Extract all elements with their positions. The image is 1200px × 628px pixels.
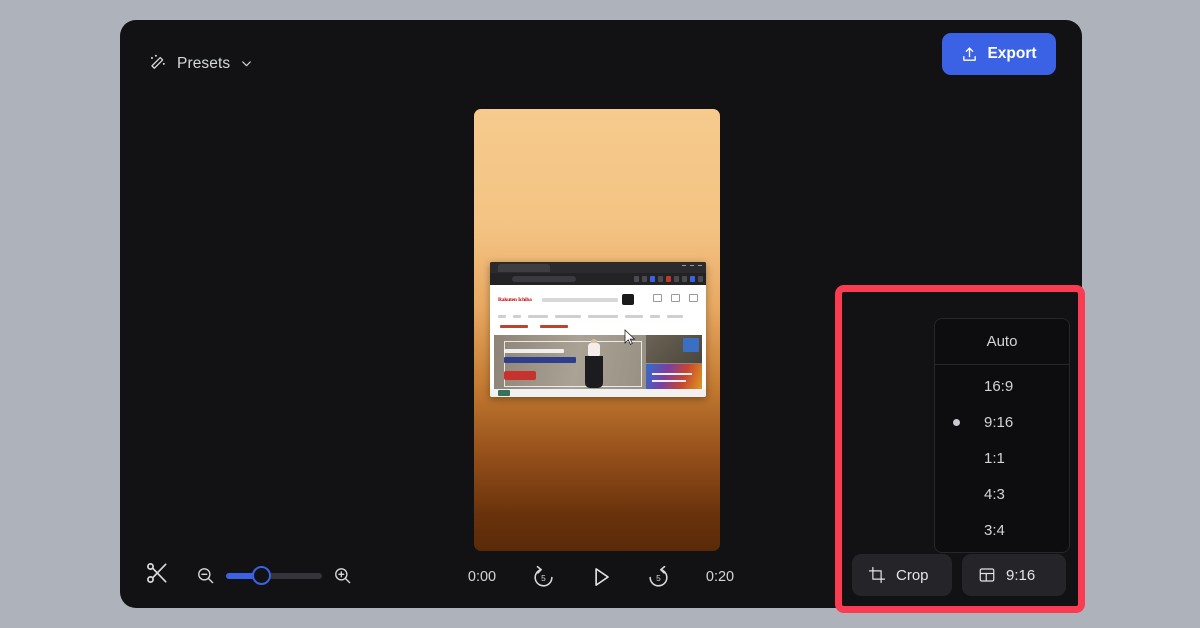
crop-icon [868, 566, 886, 584]
top-toolbar: Presets Export [120, 20, 1082, 98]
aspect-ratio-highlight-box: Auto 16:9 9:16 1:1 4:3 3:4 Crop 9:16 [835, 285, 1085, 613]
option-label: 1:1 [984, 449, 1005, 467]
chevron-down-icon [240, 57, 253, 70]
dropdown-item-4-3[interactable]: 4:3 [935, 476, 1069, 512]
dropdown-item-9-16[interactable]: 9:16 [935, 404, 1069, 440]
video-preview[interactable]: Rakuten Ichiba [474, 109, 720, 551]
webpage-content: Rakuten Ichiba [490, 285, 706, 397]
play-button[interactable] [588, 564, 614, 590]
browser-screenshot: Rakuten Ichiba [490, 262, 706, 397]
layout-grid-icon [978, 566, 996, 584]
zoom-in-icon[interactable] [333, 566, 352, 585]
option-label: 9:16 [984, 413, 1014, 431]
browser-extensions [634, 276, 703, 282]
presets-button[interactable]: Presets [148, 54, 253, 73]
site-search-field [542, 298, 618, 302]
zoom-controls [196, 565, 352, 585]
dropdown-item-auto[interactable]: Auto [935, 319, 1069, 365]
browser-new-tab [553, 265, 562, 271]
hero-model-photo [582, 339, 608, 389]
option-label: 3:4 [984, 521, 1005, 539]
hero-cta-button [504, 371, 536, 380]
dropdown-item-16-9[interactable]: 16:9 [935, 368, 1069, 404]
crop-label: Crop [896, 566, 929, 584]
promo-card-top-right [646, 335, 702, 363]
dropdown-item-1-1[interactable]: 1:1 [935, 440, 1069, 476]
aspect-ratio-button[interactable]: 9:16 [962, 554, 1066, 596]
window-controls [682, 265, 702, 266]
browser-titlebar [490, 262, 706, 273]
presets-label: Presets [177, 54, 231, 72]
hero-line-1 [504, 349, 564, 353]
aspect-ratio-dropdown: Auto 16:9 9:16 1:1 4:3 3:4 [934, 318, 1070, 553]
scissors-icon[interactable] [144, 560, 170, 586]
dropdown-options-list: 16:9 9:16 1:1 4:3 3:4 [935, 365, 1069, 548]
aspect-ratio-label: 9:16 [1006, 566, 1036, 584]
url-text [512, 276, 576, 282]
taskbar [490, 389, 706, 397]
site-brand: Rakuten Ichiba [498, 297, 532, 303]
zoom-out-icon[interactable] [196, 566, 215, 585]
zoom-slider[interactable] [226, 565, 322, 585]
hero-line-2 [504, 357, 576, 363]
export-button[interactable]: Export [942, 33, 1056, 75]
current-time: 0:00 [467, 569, 497, 585]
hero-border [504, 341, 642, 387]
magic-wand-icon [148, 54, 167, 73]
svg-text:5: 5 [656, 573, 661, 583]
option-label: 16:9 [984, 377, 1014, 395]
svg-text:5: 5 [541, 573, 546, 583]
selected-dot-icon [953, 418, 960, 426]
crop-button[interactable]: Crop [852, 554, 952, 596]
site-account-icons [653, 294, 698, 302]
option-label: 4:3 [984, 485, 1005, 503]
dropdown-auto-label: Auto [986, 333, 1018, 350]
total-time: 0:20 [705, 569, 735, 585]
mouse-pointer-icon [624, 329, 636, 346]
browser-tab [498, 264, 550, 272]
crop-toolbar: Crop 9:16 [852, 554, 1066, 596]
site-search-button [622, 294, 634, 305]
site-subnav-row [500, 325, 568, 328]
forward-5-icon[interactable]: 5 [646, 565, 671, 590]
dropdown-item-3-4[interactable]: 3:4 [935, 512, 1069, 548]
site-nav-row [498, 315, 698, 318]
slider-knob[interactable] [252, 565, 271, 585]
upload-icon [961, 46, 978, 63]
playback-controls: 0:00 5 5 0:20 [465, 546, 737, 608]
export-label: Export [987, 45, 1037, 62]
browser-urlbar [490, 273, 706, 285]
rewind-5-icon[interactable]: 5 [531, 565, 556, 590]
